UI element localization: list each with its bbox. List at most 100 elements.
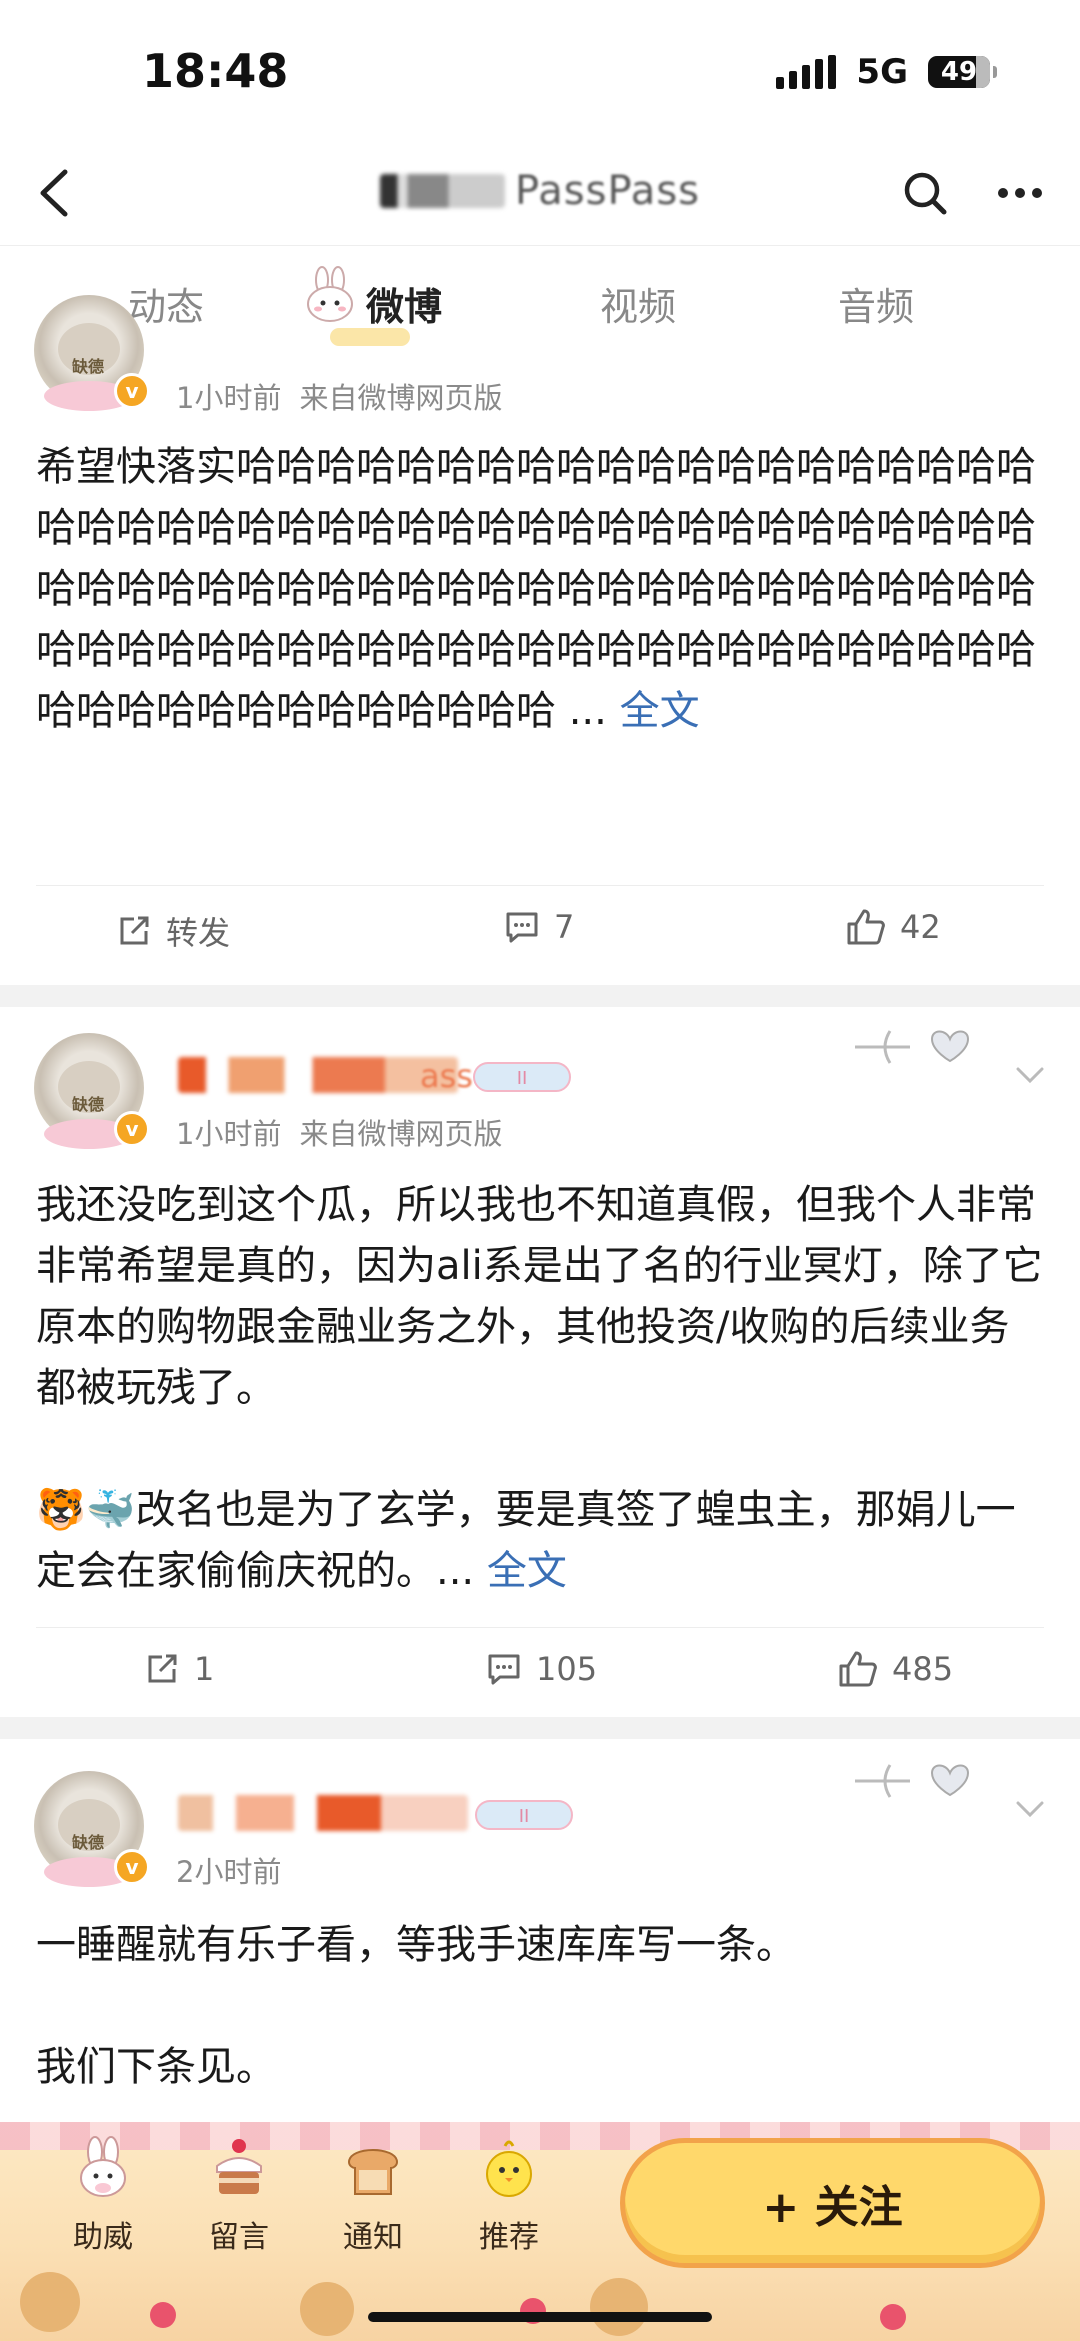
chevron-down-icon[interactable] — [1010, 1789, 1050, 1829]
battery-icon: 49 — [928, 56, 997, 88]
repost-button[interactable]: 转发 — [116, 908, 230, 954]
post-card[interactable]: 缺德 v ass II 1小时前 来自微博网页版 我还没吃到这个瓜，所以我也不知道… — [0, 1007, 1080, 1717]
more-button[interactable] — [985, 158, 1055, 228]
bread-icon — [347, 2149, 399, 2195]
chick-icon — [486, 2140, 532, 2197]
full-text-link[interactable]: 全文 — [620, 688, 700, 734]
cheer-label: 助威 — [73, 2220, 133, 2255]
back-button[interactable] — [20, 158, 90, 228]
status-bar: 18:48 5G 49 — [0, 0, 1080, 140]
verified-badge: v — [114, 373, 150, 409]
post-meta: 1小时前 来自微博网页版 — [176, 375, 502, 417]
svg-text:II: II — [517, 1068, 528, 1089]
post-actions: 转发 7 42 — [36, 885, 1044, 975]
thumbs-up-icon — [847, 909, 885, 945]
title-text: PassPass — [514, 168, 700, 214]
post-paragraph: 我们下条见。 — [36, 2044, 276, 2090]
blurred-name — [380, 174, 505, 208]
ribbon-heart-decoration-icon — [855, 1030, 970, 1064]
cookie-decoration — [20, 2272, 80, 2332]
battery-level: 49 — [940, 57, 978, 87]
like-count: 485 — [892, 1650, 954, 1688]
network-type: 5G — [856, 52, 908, 92]
repost-label: 转发 — [166, 914, 231, 952]
blurred-username — [178, 1795, 468, 1831]
bottom-action-bar: 助威 留言 通知 推荐 + 关注 — [0, 2122, 1080, 2341]
post-text: 一睡醒就有乐子看，等我手速库库写一条。 我们下条见。 — [36, 1915, 1048, 2098]
top-nav-bar: PassPass — [0, 140, 1080, 245]
like-count: 42 — [900, 908, 941, 946]
member-badge-icon: II — [473, 1062, 571, 1092]
post-actions: 1 105 485 — [36, 1627, 1044, 1717]
notify-label: 通知 — [343, 2220, 403, 2255]
tab-shipin[interactable]: 视频 — [600, 276, 676, 331]
post-meta: 2小时前 — [176, 1849, 281, 1891]
more-icon — [998, 188, 1042, 198]
search-icon — [904, 172, 947, 215]
ribbon-heart-decoration-icon — [855, 1764, 970, 1798]
post-text: 希望快落实哈哈哈哈哈哈哈哈哈哈哈哈哈哈哈哈哈哈哈哈哈哈哈哈哈哈哈哈哈哈哈哈哈哈哈… — [36, 437, 1048, 742]
status-indicators: 5G 49 — [776, 52, 997, 92]
back-arrow-icon — [40, 169, 68, 217]
whale-emoji-icon: 🐳 — [85, 1487, 136, 1533]
post-time: 1小时前 — [176, 381, 282, 415]
cake-icon — [216, 2139, 262, 2194]
bunny-icon — [80, 2136, 126, 2197]
post-time: 2小时前 — [176, 1855, 282, 1889]
post-text: 我还没吃到这个瓜，所以我也不知道真假，但我个人非常非常希望是真的，因为ali系是… — [36, 1175, 1048, 1602]
comment-button[interactable]: 105 — [486, 1650, 597, 1688]
cherry-decoration — [880, 2304, 906, 2330]
comment-icon — [488, 1654, 520, 1685]
avatar[interactable]: 缺德 v — [34, 1771, 150, 1887]
tiger-emoji-icon: 🐯 — [36, 1487, 86, 1533]
tab-yinpin[interactable]: 音频 — [838, 276, 914, 331]
signal-icon — [776, 55, 837, 89]
cheer-button[interactable]: 助威 — [48, 2136, 158, 2256]
comment-count: 7 — [554, 908, 575, 946]
verified-badge: v — [114, 1849, 150, 1885]
repost-icon — [148, 1654, 177, 1683]
full-text-link[interactable]: 全文 — [487, 1548, 567, 1594]
post-paragraph: 一睡醒就有乐子看，等我手速库库写一条。 — [36, 1922, 796, 1968]
profile-tabs: 动态 微博 视频 音频 — [0, 245, 1080, 355]
avatar[interactable]: 缺德 v — [34, 295, 150, 411]
bunny-icon — [307, 266, 353, 322]
svg-text:II: II — [519, 1806, 530, 1827]
follow-button[interactable]: + 关注 — [620, 2138, 1045, 2268]
recommend-label: 推荐 — [479, 2220, 539, 2255]
avatar[interactable]: 缺德 v — [34, 1033, 150, 1149]
post-card[interactable]: 缺德 v 1小时前 来自微博网页版 希望快落实哈哈哈哈哈哈哈哈哈哈哈哈哈哈哈哈哈哈… — [0, 295, 1080, 985]
home-indicator[interactable] — [368, 2312, 712, 2322]
post-time: 1小时前 — [176, 1117, 282, 1151]
comment-count: 105 — [536, 1650, 598, 1688]
blurred-username — [178, 1057, 458, 1093]
status-time: 18:48 — [142, 44, 289, 98]
tab-dongtai[interactable]: 动态 — [128, 276, 204, 331]
post-paragraph: 我还没吃到这个瓜，所以我也不知道真假，但我个人非常非常希望是真的，因为ali系是… — [36, 1182, 1043, 1411]
cookie-decoration — [590, 2278, 648, 2336]
username-fragment: ass — [420, 1057, 473, 1095]
post-separator — [0, 1717, 1080, 1739]
tab-weibo[interactable]: 微博 — [366, 276, 442, 331]
member-badge-icon: II — [475, 1800, 573, 1830]
post-text-content: 希望快落实哈哈哈哈哈哈哈哈哈哈哈哈哈哈哈哈哈哈哈哈哈哈哈哈哈哈哈哈哈哈哈哈哈哈哈… — [36, 444, 1036, 734]
comment-icon — [506, 912, 538, 943]
search-button[interactable] — [890, 158, 960, 228]
message-button[interactable]: 留言 — [184, 2136, 294, 2256]
comment-button[interactable]: 7 — [504, 908, 574, 946]
recommend-button[interactable]: 推荐 — [454, 2136, 564, 2256]
profile-title: PassPass — [380, 166, 700, 216]
post-paragraph: 🐯🐳改名也是为了玄学，要是真签了蝗虫主，那娟儿一定会在家偷偷庆祝的。... 全文 — [36, 1480, 1048, 1602]
post-meta: 1小时前 来自微博网页版 — [176, 1111, 502, 1153]
repost-icon — [120, 916, 149, 945]
notify-button[interactable]: 通知 — [318, 2136, 428, 2256]
chevron-down-icon[interactable] — [1010, 1055, 1050, 1095]
like-button[interactable]: 42 — [846, 908, 941, 946]
repost-button[interactable]: 1 — [144, 1650, 214, 1688]
post-card[interactable]: 缺德 v II 2小时前 一睡醒就有乐子看，等我手速库库写一条。 我们下条见。 — [0, 1739, 1080, 2122]
cookie-decoration — [300, 2282, 354, 2336]
like-button[interactable]: 485 — [838, 1650, 953, 1688]
message-label: 留言 — [209, 2220, 269, 2255]
post-separator — [0, 985, 1080, 1007]
cherry-decoration — [150, 2302, 176, 2328]
